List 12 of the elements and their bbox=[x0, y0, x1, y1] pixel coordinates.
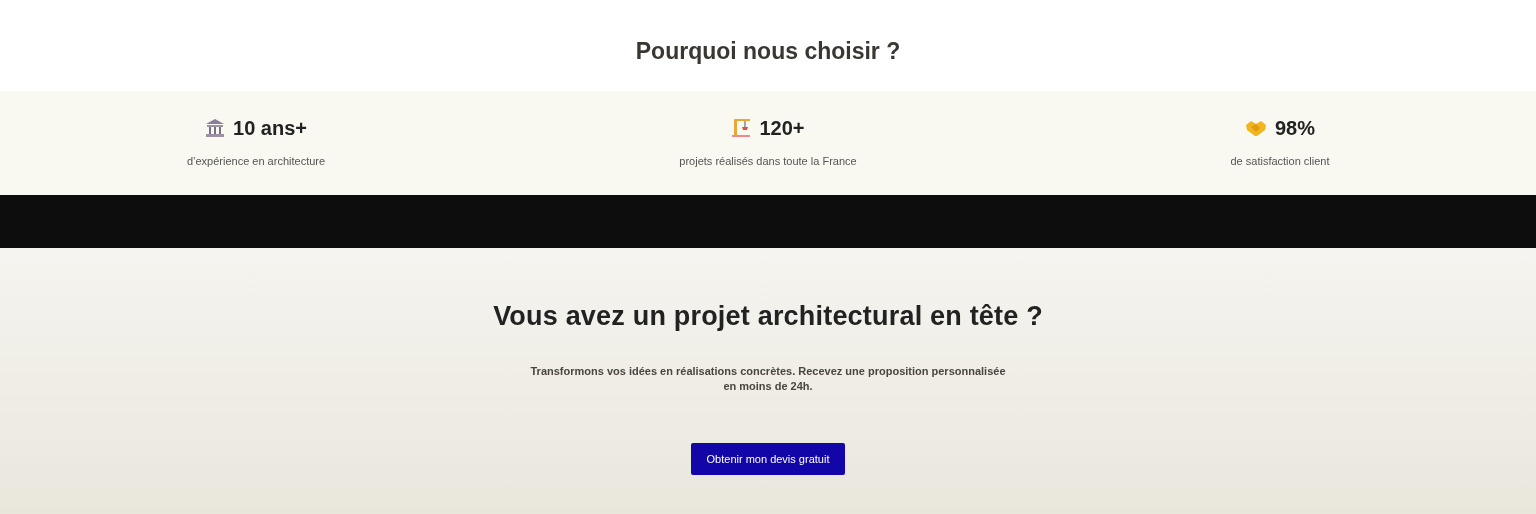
stat-caption: d’expérience en architecture bbox=[186, 154, 326, 169]
stat-value: 10 ans+ bbox=[233, 116, 307, 141]
stat-value: 120+ bbox=[759, 116, 805, 141]
cta-text: Transformons vos idées en réalisations concrètes. Recevez une proposition personnalisée en moins de 24h. bbox=[529, 364, 1007, 393]
stat-caption: projets réalisés dans toute la France bbox=[679, 154, 857, 169]
cta-title: Vous avez un projet architectural en tête ? bbox=[493, 300, 1043, 333]
stat-value: 98% bbox=[1275, 116, 1315, 141]
crane-icon bbox=[731, 118, 752, 138]
stat-caption: de satisfaction client bbox=[1230, 154, 1330, 169]
quote-button[interactable]: Obtenir mon devis gratuit bbox=[690, 443, 846, 476]
building-icon bbox=[205, 118, 225, 138]
section-title: Pourquoi nous choisir ? bbox=[635, 37, 901, 66]
